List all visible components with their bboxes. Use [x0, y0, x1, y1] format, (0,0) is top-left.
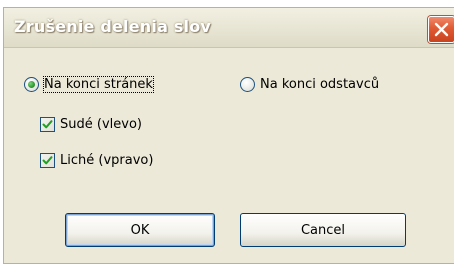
title-bar[interactable]: Zrušenie delenia slov [4, 8, 454, 48]
checkmark-icon [42, 119, 53, 128]
checkmark-icon [42, 155, 53, 164]
radio-page-end-option[interactable]: Na konci stránek [24, 75, 154, 93]
check-even-option[interactable]: Sudé (vlevo) [40, 115, 142, 133]
radio-page-end-label: Na konci stránek [43, 75, 154, 93]
radio-paragraph-end-option[interactable]: Na konci odstavců [240, 75, 379, 93]
check-even-label: Sudé (vlevo) [60, 116, 142, 132]
dialog-window: Zrušenie delenia slov Na konci stránek N… [3, 7, 454, 264]
check-even-checkbox[interactable] [40, 116, 55, 132]
radio-paragraph-end[interactable] [240, 76, 255, 92]
ok-button[interactable]: OK [65, 213, 215, 247]
check-odd-label: Liché (vpravo) [60, 152, 154, 168]
radio-paragraph-end-label: Na konci odstavců [260, 76, 380, 92]
dialog-title: Zrušenie delenia slov [14, 17, 212, 36]
close-icon [434, 22, 449, 37]
check-odd-checkbox[interactable] [40, 152, 55, 168]
radio-page-end[interactable] [24, 76, 39, 92]
cancel-button[interactable]: Cancel [240, 213, 406, 247]
check-odd-option[interactable]: Liché (vpravo) [40, 151, 153, 169]
close-button[interactable] [428, 16, 454, 43]
